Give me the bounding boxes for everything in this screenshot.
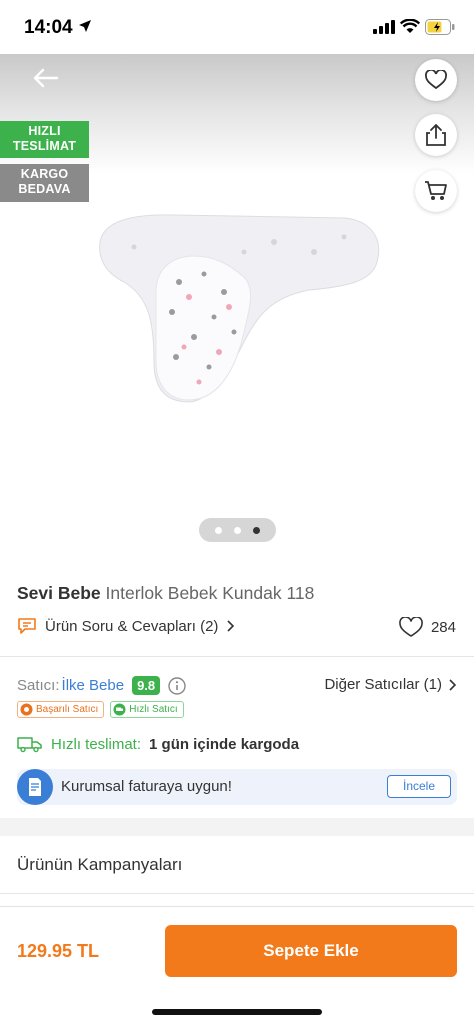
- chat-icon: [18, 618, 36, 634]
- image-pagination[interactable]: [199, 518, 276, 542]
- home-indicator: [152, 1009, 322, 1015]
- free-shipping-badge: KARGO BEDAVA: [0, 164, 89, 202]
- product-photo: [99, 214, 380, 403]
- product-name: Interlok Bebek Kundak 118: [105, 583, 315, 603]
- successful-seller-tag: Başarılı Satıcı: [17, 701, 105, 718]
- status-bar: 14:04: [0, 0, 474, 54]
- back-button[interactable]: [30, 66, 70, 98]
- seller-tags: Başarılı Satıcı Hızlı Satıcı: [17, 701, 184, 718]
- delivery-value: 1 gün içinde kargoda: [149, 735, 300, 753]
- arrow-left-icon: [33, 68, 59, 88]
- pagination-dot[interactable]: [234, 526, 241, 534]
- corporate-invoice-banner: Kurumsal faturaya uygun! İncele: [17, 769, 457, 805]
- pagination-dot[interactable]: [215, 526, 222, 534]
- purchase-bar: 129.95 TL Sepete Ekle: [0, 906, 474, 1024]
- section-separator: [0, 818, 474, 836]
- chevron-right-icon: [227, 620, 235, 632]
- invoice-text: Kurumsal faturaya uygun!: [61, 778, 232, 795]
- product-image-area[interactable]: HIZLI TESLİMAT KARGO BEDAVA: [0, 54, 474, 564]
- add-to-cart-button[interactable]: Sepete Ekle: [165, 925, 457, 977]
- cart-icon: [425, 181, 447, 200]
- inspect-button[interactable]: İncele: [387, 775, 451, 798]
- location-arrow-icon: [79, 20, 91, 32]
- seller-score-badge: 9.8: [132, 676, 161, 695]
- other-sellers-link[interactable]: Diğer Satıcılar (1): [324, 676, 456, 693]
- delivery-label: Hızlı teslimat:: [51, 735, 142, 753]
- seller-info: Satıcı: İlke Bebe 9.8: [17, 676, 186, 695]
- info-icon[interactable]: [168, 676, 186, 695]
- pagination-dot-active[interactable]: [253, 526, 260, 534]
- signal-icon: [373, 20, 395, 34]
- qa-link[interactable]: Ürün Soru & Cevapları (2): [17, 617, 235, 635]
- qa-label: Ürün Soru & Cevapları (2): [45, 617, 219, 635]
- product-brand[interactable]: Sevi Bebe: [17, 583, 101, 603]
- share-button[interactable]: [415, 114, 457, 156]
- likes-count: 284: [430, 619, 456, 636]
- truck-icon: [17, 737, 42, 753]
- cart-button[interactable]: [415, 170, 457, 212]
- tag-label: Hızlı Satıcı: [129, 704, 178, 715]
- truck-badge-icon: [113, 703, 126, 716]
- status-time: 14:04: [24, 17, 73, 38]
- seller-label: Satıcı:: [17, 677, 60, 694]
- campaigns-title[interactable]: Ürünün Kampanyaları: [17, 855, 182, 875]
- wifi-icon: [400, 19, 420, 33]
- invoice-icon: [17, 769, 53, 805]
- other-sellers-label: Diğer Satıcılar (1): [324, 676, 442, 693]
- product-title: Sevi Bebe Interlok Bebek Kundak 118: [17, 583, 314, 604]
- divider: [0, 893, 474, 894]
- share-icon: [426, 124, 446, 146]
- divider: [0, 656, 474, 657]
- tag-label: Başarılı Satıcı: [36, 704, 99, 715]
- fast-seller-tag: Hızlı Satıcı: [110, 701, 184, 718]
- seller-name-link[interactable]: İlke Bebe: [62, 677, 125, 694]
- likes-counter[interactable]: 284: [399, 617, 456, 638]
- delivery-info: Hızlı teslimat: 1 gün içinde kargoda: [17, 735, 299, 753]
- battery-icon: [425, 19, 455, 35]
- medal-icon: [20, 703, 33, 716]
- fast-delivery-badge: HIZLI TESLİMAT: [0, 121, 89, 158]
- heart-outline-icon: [399, 617, 423, 637]
- favorite-button[interactable]: [415, 59, 457, 101]
- heart-icon: [425, 70, 447, 90]
- price: 129.95 TL: [17, 941, 100, 961]
- chevron-right-icon: [449, 678, 456, 691]
